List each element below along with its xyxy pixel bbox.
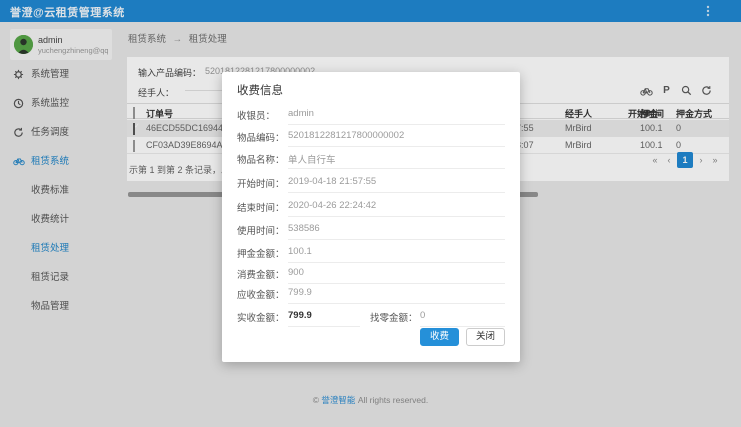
item-code-field: 5201812281217800000002 xyxy=(288,130,505,147)
start-time-field: 2019-04-18 21:57:55 xyxy=(288,176,505,193)
start-time-label: 开始时间： xyxy=(237,176,285,190)
end-time-label: 结束时间： xyxy=(237,200,285,214)
change-amount-field: 0 xyxy=(420,310,505,327)
received-amount-input[interactable]: 799.9 xyxy=(288,310,360,327)
modal-title: 收费信息 xyxy=(237,82,283,98)
end-time-field: 2020-04-26 22:24:42 xyxy=(288,200,505,217)
deposit-amount-label: 押金金额： xyxy=(237,246,285,260)
consume-amount-label: 消费金额： xyxy=(237,267,285,281)
app-window: 誉澄@云租赁管理系统 admin yuchengzhineng@qq.com 系… xyxy=(0,0,741,427)
receivable-amount-field: 799.9 xyxy=(288,287,505,304)
receivable-amount-label: 应收金额： xyxy=(237,287,285,301)
received-amount-label: 实收金额： xyxy=(237,310,285,324)
change-amount-label: 找零金额： xyxy=(370,310,418,324)
modal-actions: 收费 关闭 xyxy=(420,328,505,346)
cashier-label: 收银员： xyxy=(237,108,275,122)
item-code-label: 物品编码： xyxy=(237,130,285,144)
cashier-field: admin xyxy=(288,108,505,125)
item-name-label: 物品名称： xyxy=(237,152,285,166)
item-name-field: 单人自行车 xyxy=(288,152,505,169)
duration-field: 538586 xyxy=(288,223,505,240)
duration-label: 使用时间： xyxy=(237,223,285,237)
deposit-amount-field: 100.1 xyxy=(288,246,505,263)
close-button[interactable]: 关闭 xyxy=(466,328,505,346)
charge-info-modal: 收费信息 收银员： admin 物品编码： 520181228121780000… xyxy=(222,72,520,362)
charge-button[interactable]: 收费 xyxy=(420,328,459,346)
consume-amount-field: 900 xyxy=(288,267,505,284)
